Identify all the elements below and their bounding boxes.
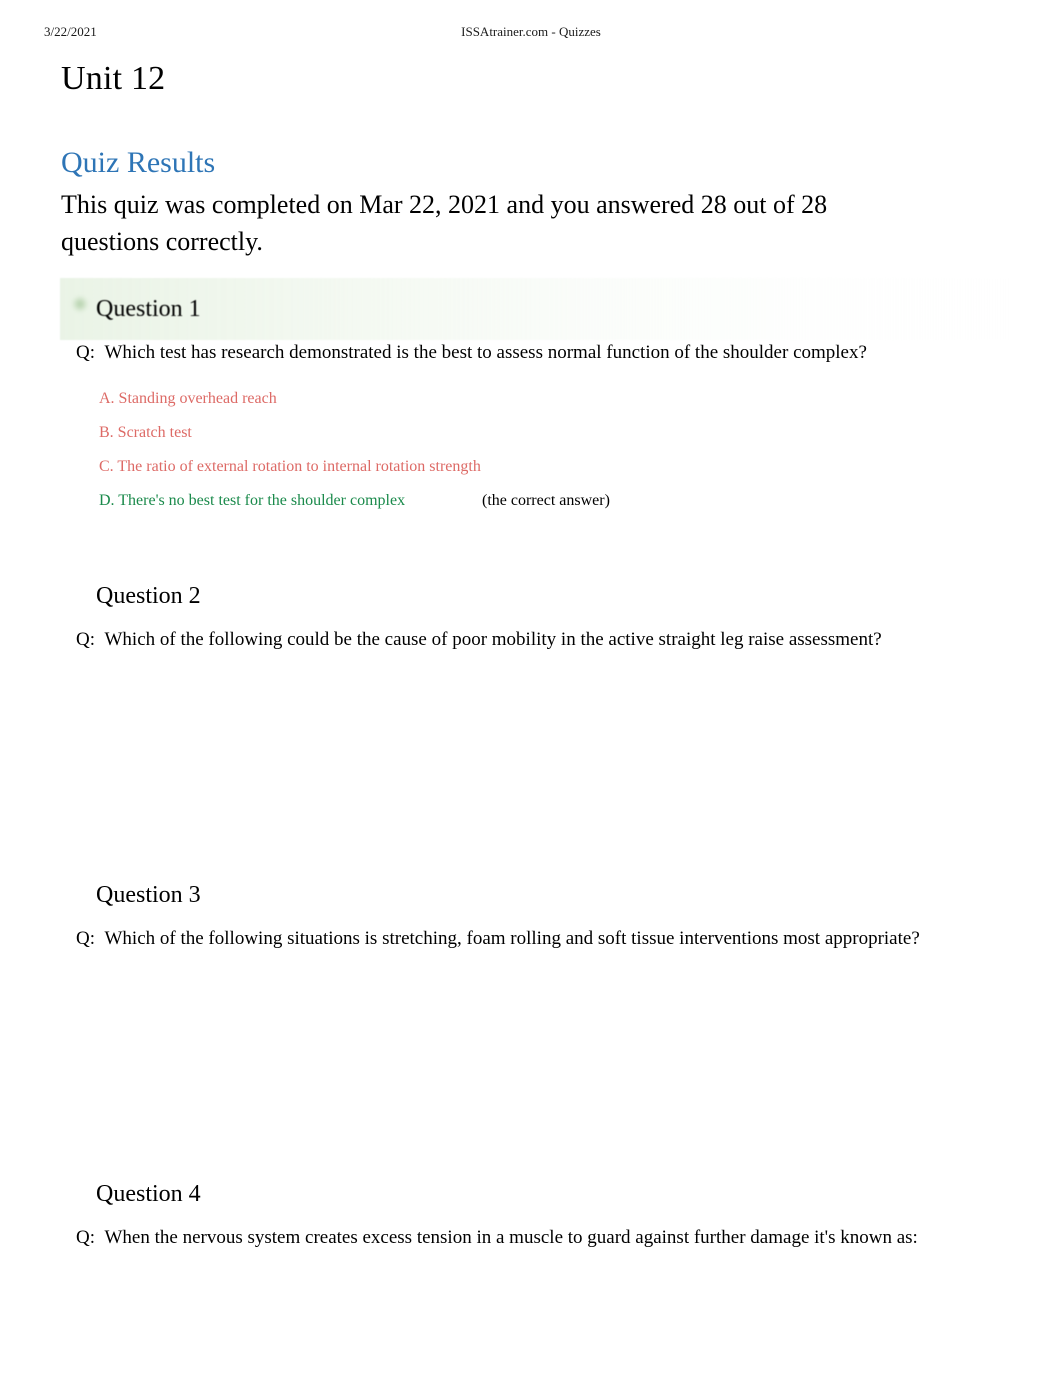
question-prompt: Which of the following situations is str…	[104, 928, 920, 949]
question-prompt: When the nervous system creates excess t…	[104, 1227, 918, 1248]
answer-option-label: C. The ratio of external rotation to int…	[99, 458, 481, 475]
green-dot-icon	[72, 296, 88, 312]
question-text-row: Q: Which of the following could be the ca…	[76, 627, 956, 652]
answer-list: A. Standing overhead reach B. Scratch tes…	[99, 389, 999, 525]
question-prompt: Which test has research demonstrated is …	[104, 342, 867, 363]
answer-option-label: B. Scratch test	[99, 424, 192, 441]
question-block: Question 2 Q: Which of the following could…	[0, 565, 1062, 676]
question-title: Question 2	[96, 583, 201, 609]
question-prefix: Q:	[76, 928, 95, 949]
quiz-results-heading: Quiz Results	[61, 146, 216, 179]
question-header-band: Question 3	[60, 864, 1010, 926]
question-title: Question 3	[96, 882, 201, 908]
question-prompt: Which of the following could be the caus…	[104, 629, 882, 650]
question-prefix: Q:	[76, 342, 95, 363]
correct-answer-note: (the correct answer)	[482, 492, 610, 509]
quiz-results-summary: This quiz was completed on Mar 22, 2021 …	[61, 190, 828, 256]
question-text-row: Q: When the nervous system creates excess…	[76, 1225, 956, 1250]
question-header-band: Question 2	[60, 565, 1010, 627]
answer-option-label: A. Standing overhead reach	[99, 390, 277, 407]
answer-option[interactable]: C. The ratio of external rotation to int…	[99, 457, 999, 491]
answer-option[interactable]: B. Scratch test	[99, 423, 999, 457]
quiz-results-page: Unit 12 Quiz Results This quiz was compl…	[0, 0, 1062, 1377]
question-prefix: Q:	[76, 1227, 95, 1248]
answer-option[interactable]: A. Standing overhead reach	[99, 389, 999, 423]
question-prefix: Q:	[76, 629, 95, 650]
question-block: Question 4 Q: When the nervous system crea…	[0, 1163, 1062, 1274]
page-title: Unit 12	[61, 60, 166, 97]
question-header-band: Question 1	[60, 278, 1010, 340]
answer-option-label: D. There's no best test for the shoulder…	[99, 492, 406, 509]
question-text-row: Q: Which of the following situations is s…	[76, 926, 956, 951]
question-block: Question 1 Q: Which test has research demo…	[0, 278, 1062, 525]
answer-option[interactable]: D. There's no best test for the shoulder…	[99, 491, 999, 525]
question-block: Question 3 Q: Which of the following situa…	[0, 864, 1062, 975]
question-title: Question 1	[96, 296, 201, 322]
question-text-row: Q: Which test has research demonstrated i…	[76, 340, 956, 365]
question-header-band: Question 4	[60, 1163, 1010, 1225]
question-title: Question 4	[96, 1181, 201, 1207]
